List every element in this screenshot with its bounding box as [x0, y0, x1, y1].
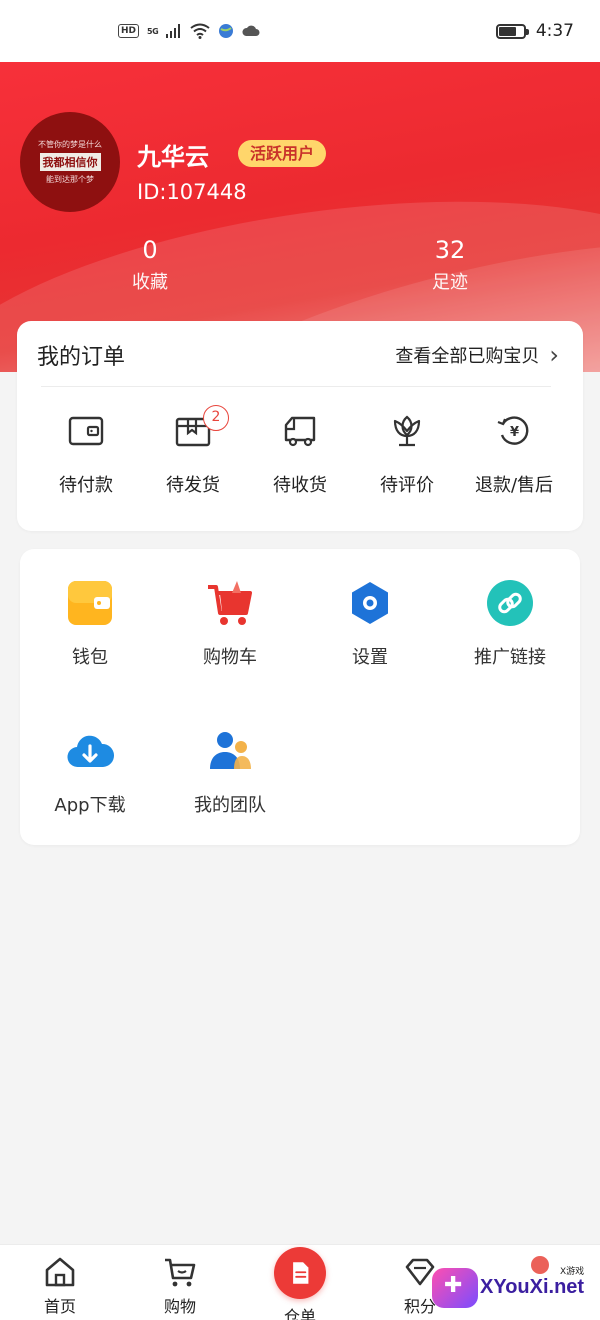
- tool-settings-label: 设置: [352, 647, 388, 668]
- wifi-icon: [190, 23, 210, 39]
- nav-shopping-label: 购物: [163, 1297, 196, 1316]
- stat-history-label: 足迹: [432, 272, 468, 293]
- order-pending-shipment-label: 待发货: [166, 475, 220, 496]
- home-icon: [45, 1257, 75, 1287]
- nav-center-button: [274, 1247, 326, 1299]
- globe-icon: [219, 24, 234, 38]
- tool-app-download[interactable]: App下载: [20, 727, 160, 817]
- status-right: 4:37: [495, 21, 574, 41]
- tools-card: 钱包 购物车 设置 推广链接 App下载 我的团队: [20, 549, 580, 845]
- view-all-orders-link[interactable]: 查看全部已购宝贝 ›: [395, 341, 559, 369]
- tool-wallet[interactable]: 钱包: [20, 579, 160, 669]
- stat-history[interactable]: 32 足迹: [390, 234, 510, 300]
- order-status-row: 待付款 2 待发货 待收货 待评价 ¥ 退款/售后: [33, 405, 567, 497]
- gamepad-logo-icon: ✚: [432, 1268, 478, 1308]
- cart-icon: [208, 581, 252, 625]
- watermark-site: XYouXi.net: [480, 1276, 585, 1298]
- stat-favorites[interactable]: 0 收藏: [90, 234, 210, 300]
- user-id: ID:107448: [137, 180, 247, 204]
- cloud-download-icon: [67, 735, 114, 768]
- cloud-icon: [242, 25, 260, 36]
- hd-icon: HD: [118, 24, 140, 38]
- stat-favorites-label: 收藏: [132, 272, 168, 293]
- stat-favorites-value: 0: [142, 236, 158, 264]
- tool-promo-link-label: 推广链接: [474, 647, 546, 668]
- order-pending-review[interactable]: 待评价: [354, 411, 460, 497]
- truck-icon: [284, 416, 316, 447]
- orders-divider: [41, 386, 551, 387]
- tool-cart-label: 购物车: [203, 647, 257, 668]
- shopping-cart-icon: [165, 1258, 196, 1287]
- order-pending-receipt[interactable]: 待收货: [247, 411, 353, 497]
- wallet-outline-icon: [68, 416, 104, 446]
- status-left: HD 5G: [118, 23, 260, 39]
- tool-wallet-label: 钱包: [72, 647, 108, 668]
- nav-warehouse-receipt[interactable]: 仓单: [260, 1247, 340, 1320]
- svg-text:¥: ¥: [510, 425, 519, 440]
- watermark-tag: X游戏: [560, 1267, 585, 1277]
- orders-card: 我的订单 查看全部已购宝贝 › 待付款 2 待发货 待收货 待评价 ¥ 退款/售…: [17, 321, 583, 531]
- order-pending-payment[interactable]: 待付款: [33, 411, 139, 497]
- avatar-text-line3: 能到达那个梦: [46, 175, 94, 184]
- stat-history-value: 32: [434, 236, 466, 264]
- view-all-orders-label: 查看全部已购宝贝: [395, 346, 540, 367]
- battery-icon: [495, 23, 529, 39]
- orders-title: 我的订单: [37, 345, 126, 370]
- status-bar: HD 5G 4:37: [0, 0, 600, 62]
- watermark: ✚ XYouXi.net X游戏: [432, 1262, 592, 1316]
- order-pending-receipt-label: 待收货: [273, 475, 327, 496]
- wallet-icon: [68, 581, 112, 625]
- document-icon: [293, 1262, 309, 1284]
- orders-header: 我的订单 查看全部已购宝贝 ›: [37, 339, 559, 371]
- avatar-text-line1: 不管你的梦是什么: [38, 140, 102, 149]
- order-refund-aftersale-label: 退款/售后: [474, 475, 554, 496]
- order-pending-review-label: 待评价: [380, 475, 434, 496]
- tool-settings[interactable]: 设置: [300, 579, 440, 669]
- pending-shipment-badge: 2: [203, 405, 229, 431]
- order-refund-aftersale[interactable]: ¥ 退款/售后: [461, 411, 567, 497]
- username: 九华云: [137, 143, 209, 171]
- network-type-label: 5G: [147, 26, 159, 36]
- nav-home-label: 首页: [43, 1297, 76, 1316]
- user-status-badge: 活跃用户: [238, 140, 327, 167]
- order-pending-payment-label: 待付款: [59, 475, 113, 496]
- tool-promo-link[interactable]: 推广链接: [440, 579, 580, 669]
- team-icon: [210, 732, 251, 769]
- signal-icon: [166, 24, 181, 38]
- nav-shopping[interactable]: 购物: [140, 1255, 220, 1317]
- link-icon: [487, 580, 533, 626]
- nav-warehouse-receipt-label: 仓单: [283, 1307, 316, 1320]
- tool-my-team-label: 我的团队: [194, 795, 266, 816]
- chevron-right-icon: ›: [549, 341, 559, 369]
- order-pending-shipment[interactable]: 2 待发货: [140, 405, 246, 497]
- flower-icon: [393, 415, 421, 447]
- tool-app-download-label: App下载: [54, 795, 126, 816]
- tool-cart[interactable]: 购物车: [160, 579, 300, 669]
- avatar[interactable]: 不管你的梦是什么 我都相信你 能到达那个梦: [20, 112, 120, 212]
- clock: 4:37: [535, 21, 574, 41]
- refund-yen-icon: ¥: [497, 416, 529, 445]
- avatar-text-line2: 我都相信你: [39, 153, 101, 171]
- nav-home[interactable]: 首页: [20, 1255, 100, 1317]
- tool-my-team[interactable]: 我的团队: [160, 727, 300, 817]
- settings-hex-icon: [352, 582, 388, 624]
